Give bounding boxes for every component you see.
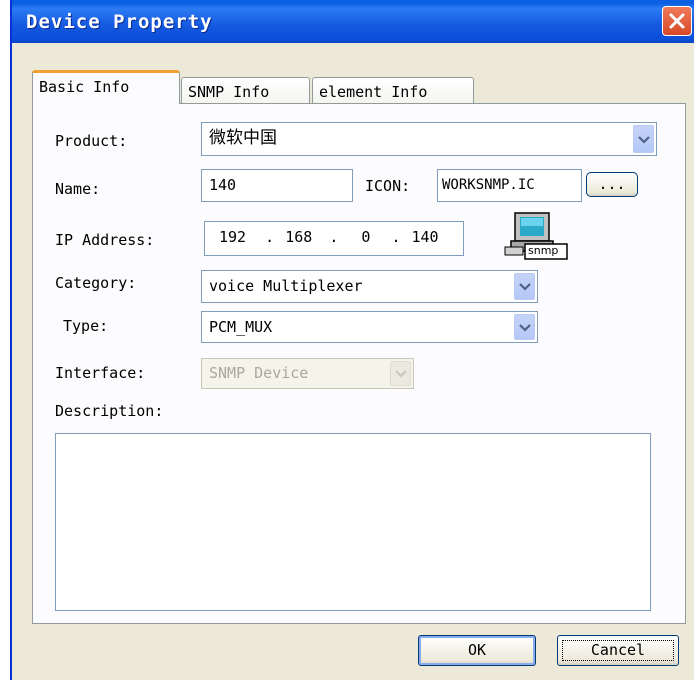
icon-label: ICON: xyxy=(365,177,411,195)
window-title: Device Property xyxy=(26,11,213,33)
product-dropdown-button[interactable] xyxy=(633,125,654,153)
interface-label: Interface: xyxy=(55,364,146,382)
basic-info-panel: Product: 微软中国 Name: 140 ICON: WORKSNMP.I… xyxy=(32,103,686,624)
ok-button-label: OK xyxy=(467,641,487,659)
product-label: Product: xyxy=(55,132,128,150)
name-label: Name: xyxy=(55,180,101,198)
chevron-down-icon xyxy=(638,136,650,144)
category-combobox[interactable]: voice Multiplexer xyxy=(201,270,538,303)
chevron-down-icon xyxy=(395,370,407,378)
type-value: PCM_MUX xyxy=(209,318,273,336)
snmp-icon-label: snmp xyxy=(528,244,559,257)
ip-octet-2: 168 xyxy=(285,228,313,246)
ip-octet-4: 140 xyxy=(411,228,439,246)
ip-dot: . xyxy=(391,228,401,246)
ip-address-input[interactable]: 192 . 168 . 0 . 140 xyxy=(204,221,464,256)
description-label: Description: xyxy=(55,402,164,420)
cancel-button[interactable]: Cancel xyxy=(557,635,679,666)
interface-combobox: SNMP Device xyxy=(201,358,414,389)
ok-button[interactable]: OK xyxy=(418,635,536,666)
title-bar[interactable]: Device Property xyxy=(12,0,694,43)
device-property-dialog: Device Property Basic Info SNMP Info ele… xyxy=(10,0,694,680)
ip-address-label: IP Address: xyxy=(55,231,155,249)
chevron-down-icon xyxy=(519,283,531,291)
tab-label: SNMP Info xyxy=(188,83,270,101)
interface-value: SNMP Device xyxy=(209,364,309,382)
tab-label: element Info xyxy=(319,83,428,101)
tab-element-info[interactable]: element Info xyxy=(312,77,474,106)
type-combobox[interactable]: PCM_MUX xyxy=(201,311,538,343)
tab-basic-info[interactable]: Basic Info xyxy=(32,70,180,104)
browse-icon-button[interactable]: ... xyxy=(586,172,638,197)
browse-button-label: ... xyxy=(598,175,626,193)
chevron-down-icon xyxy=(519,324,531,332)
close-icon xyxy=(669,13,685,29)
interface-dropdown-button xyxy=(390,361,411,386)
ip-dot: . xyxy=(329,228,339,246)
category-label: Category: xyxy=(55,274,137,292)
category-value: voice Multiplexer xyxy=(209,277,363,295)
ip-dot: . xyxy=(265,228,275,246)
type-dropdown-button[interactable] xyxy=(514,314,535,340)
product-value: 微软中国 xyxy=(209,128,277,148)
snmp-device-icon: snmp xyxy=(501,211,571,261)
description-textarea[interactable] xyxy=(55,433,651,611)
icon-input[interactable]: WORKSNMP.IC xyxy=(437,169,582,202)
close-button[interactable] xyxy=(662,6,692,36)
tab-snmp-info[interactable]: SNMP Info xyxy=(181,77,310,106)
product-combobox[interactable]: 微软中国 xyxy=(201,122,657,156)
ip-octet-1: 192 xyxy=(219,228,247,246)
ip-octet-3: 0 xyxy=(361,228,371,246)
category-dropdown-button[interactable] xyxy=(514,273,535,300)
tab-label: Basic Info xyxy=(39,78,130,96)
type-label: Type: xyxy=(63,317,109,335)
name-value: 140 xyxy=(209,176,237,194)
name-input[interactable]: 140 xyxy=(201,169,353,202)
focus-rectangle xyxy=(562,640,674,661)
icon-value: WORKSNMP.IC xyxy=(442,177,535,193)
